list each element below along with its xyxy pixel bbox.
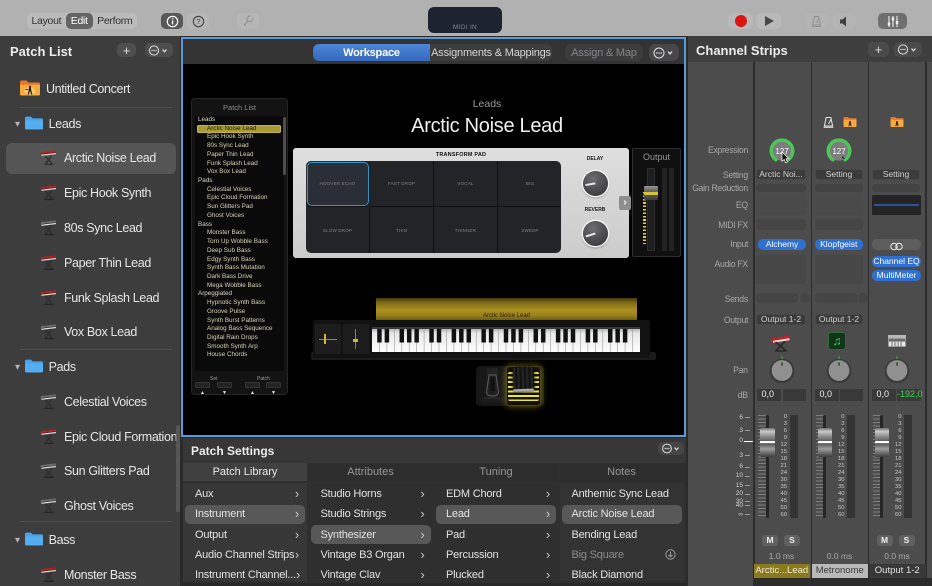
svg-text:?: ? (196, 17, 200, 26)
svg-text:127: 127 (832, 147, 846, 156)
